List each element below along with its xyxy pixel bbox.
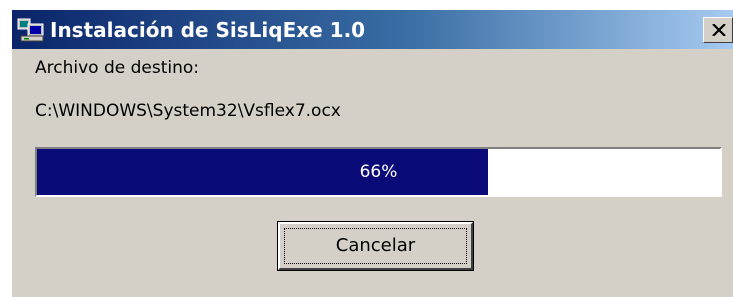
- progress-percent-label: 66%: [359, 162, 398, 182]
- destination-path: C:\WINDOWS\System32\Vsflex7.ocx: [35, 101, 341, 121]
- cancel-button[interactable]: Cancelar: [278, 222, 473, 270]
- progress-bar: 66%: [35, 147, 722, 197]
- installer-computer-icon: [16, 16, 46, 44]
- destination-label: Archivo de destino:: [35, 58, 200, 78]
- close-button[interactable]: [703, 17, 733, 43]
- title-bar[interactable]: Instalación de SisLiqExe 1.0: [12, 10, 733, 49]
- close-icon: [712, 24, 726, 36]
- cancel-button-label: Cancelar: [335, 235, 416, 256]
- installer-dialog: Instalación de SisLiqExe 1.0 Archivo de …: [12, 10, 733, 297]
- window-title: Instalación de SisLiqExe 1.0: [50, 18, 366, 42]
